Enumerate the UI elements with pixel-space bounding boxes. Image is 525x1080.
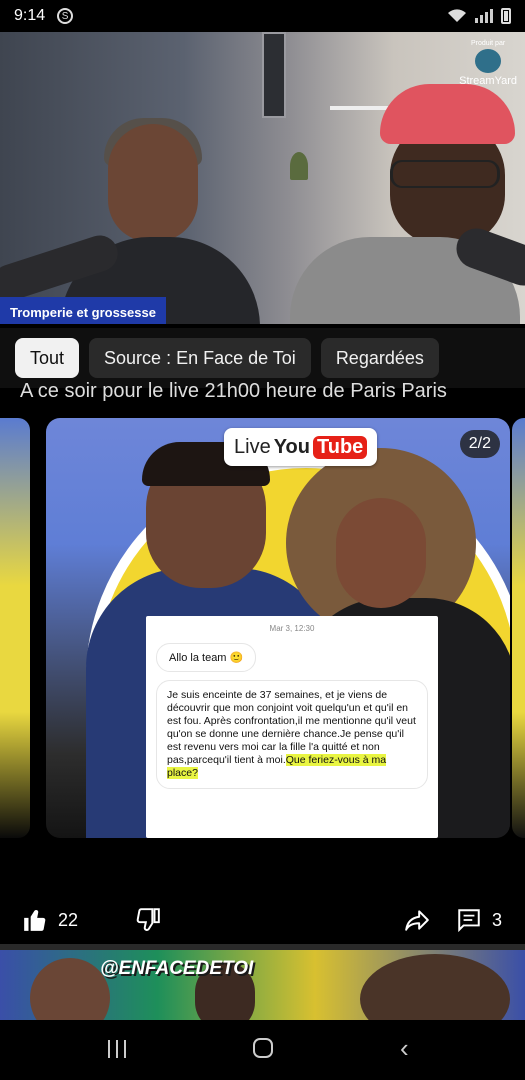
chip-source[interactable]: Source : En Face de Toi [89,338,311,378]
plant [290,152,308,180]
home-icon[interactable] [253,1038,273,1058]
chip-regardees[interactable]: Regardées [320,338,439,378]
streamyard-logo: Produit par StreamYard [459,40,517,87]
share-button[interactable] [404,907,430,933]
streamyard-mark-icon [475,49,502,73]
battery-icon [501,8,511,24]
host-right-glasses [390,160,500,188]
thumbs-down-icon [136,908,160,931]
video-player[interactable]: Produit par StreamYard Tromperie et gros… [0,32,525,324]
system-nav-bar: ‹ [0,1020,525,1080]
message-date: Mar 3, 12:30 [269,624,315,633]
comments-button[interactable]: 3 [456,907,502,933]
comment-icon [458,909,480,933]
lower-third-title: Tromperie et grossesse [0,297,166,324]
post-actions: 22 3 [0,900,525,940]
status-icons [447,8,511,24]
carousel-counter: 2/2 [459,430,500,458]
carousel-previous-image[interactable] [0,418,30,838]
dislike-button[interactable] [135,907,161,933]
like-count: 22 [58,909,79,930]
share-icon [405,910,429,931]
recent-apps-icon[interactable] [108,1040,126,1058]
status-bar: 9:14 S [0,0,525,32]
like-button[interactable]: 22 [22,907,78,933]
carousel-next-image[interactable] [512,418,525,838]
woman-face [336,498,426,608]
status-time: 9:14 [14,7,46,24]
carousel-image[interactable]: Live You Tube 2/2 Mar 3, 12:30 Allo la t… [46,418,510,838]
back-icon[interactable]: ‹ [400,1035,409,1061]
chip-tout[interactable]: Tout [15,338,80,378]
post-text: A ce soir pour le live 21h00 heure de Pa… [20,380,447,402]
live-youtube-badge: Live You Tube [224,428,378,466]
thumbs-up-icon [24,910,46,931]
signal-icon [475,9,493,23]
post-image-carousel[interactable]: Live You Tube 2/2 Mar 3, 12:30 Allo la t… [0,418,525,838]
message-body: Je suis enceinte de 37 semaines, et je v… [156,680,428,789]
next-video-thumbnail[interactable]: @ENFACEDETOI [0,950,525,1020]
host-left-face [108,124,198,242]
message-greeting: Allo la team 🙂 [156,643,257,672]
host-right-beanie [380,84,515,144]
comment-count: 3 [492,909,503,930]
wall-picture [262,32,286,118]
wifi-icon [448,9,466,22]
filter-chips: Tout Source : En Face de Toi Regardées [0,328,525,388]
message-screenshot: Mar 3, 12:30 Allo la team 🙂 Je suis ence… [146,616,438,838]
channel-handle: @ENFACEDETOI [100,958,254,979]
notification-s-icon: S [57,8,74,24]
